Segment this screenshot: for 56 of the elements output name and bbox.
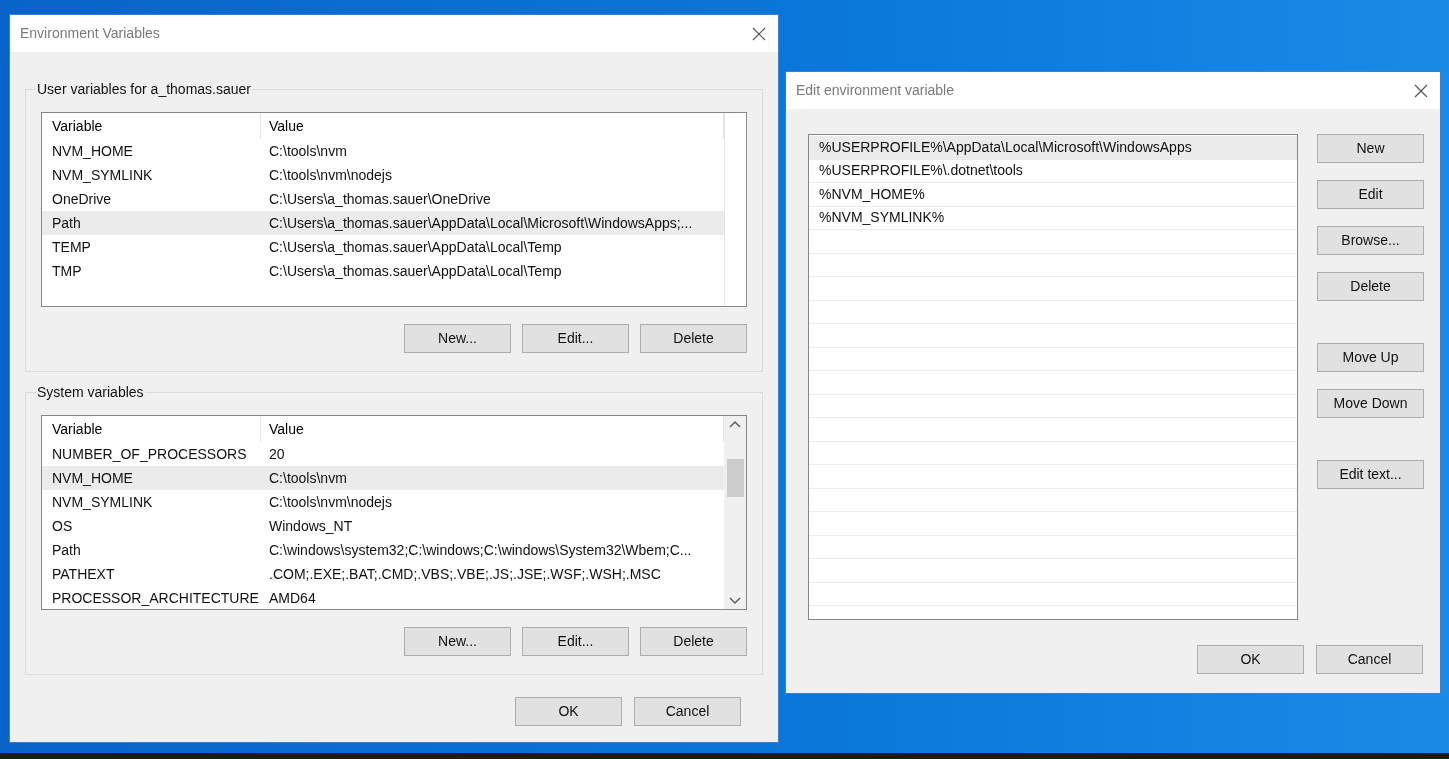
path-entry[interactable]: %USERPROFILE%\AppData\Local\Microsoft\WindowsApps <box>809 136 1297 160</box>
dialog-button[interactable]: Delete <box>640 324 747 353</box>
variable-name: OS <box>51 516 74 536</box>
dialog-button[interactable]: Edit... <box>522 324 629 353</box>
dialog-button[interactable]: Browse... <box>1317 226 1424 255</box>
variable-value: C:\tools\nvm <box>268 468 348 488</box>
scroll-down-icon[interactable] <box>729 597 741 605</box>
variable-name: Path <box>51 213 82 233</box>
scroll-thumb[interactable] <box>726 458 744 497</box>
dialog-button[interactable]: New <box>1317 134 1424 163</box>
variable-value: AMD64 <box>268 588 317 608</box>
variable-name: TEMP <box>51 237 92 257</box>
variable-value: C:\windows\system32;C:\windows;C:\windows\System32\Wbem;C... <box>268 540 693 560</box>
window-title: Edit environment variable <box>796 81 954 100</box>
variable-row[interactable]: Path C:\Users\a_thomas.sauer\AppData\Local\Microsoft\WindowsApps;... <box>42 211 724 235</box>
variable-name: NVM_HOME <box>51 468 134 488</box>
dialog-button[interactable]: Edit... <box>522 627 629 656</box>
dialog-button[interactable]: Cancel <box>1316 645 1423 674</box>
dialog-button[interactable]: Cancel <box>634 697 741 726</box>
variable-name: NVM_HOME <box>51 141 134 161</box>
variable-value: C:\Users\a_thomas.sauer\OneDrive <box>268 189 492 209</box>
window-title: Environment Variables <box>20 24 160 43</box>
variable-value: C:\tools\nvm\nodejs <box>268 165 393 185</box>
dialog-button[interactable]: Delete <box>1317 272 1424 301</box>
close-icon[interactable] <box>1414 83 1428 98</box>
dialog-button[interactable]: Move Up <box>1317 343 1424 372</box>
variable-value: C:\tools\nvm\nodejs <box>268 492 393 512</box>
variable-name: NVM_SYMLINK <box>51 165 154 185</box>
dialog-button[interactable]: OK <box>1197 645 1304 674</box>
variable-value: C:\Users\a_thomas.sauer\AppData\Local\Microsoft\WindowsApps;... <box>268 213 694 233</box>
variable-name: PROCESSOR_ARCHITECTURE <box>51 588 260 608</box>
dialog-button[interactable]: Move Down <box>1317 389 1424 418</box>
dialog-button[interactable]: OK <box>515 697 622 726</box>
dialog-button[interactable]: New... <box>404 324 511 353</box>
group-title: System variables <box>36 383 145 401</box>
dialog-button[interactable]: Edit <box>1317 180 1424 209</box>
variable-value: C:\Users\a_thomas.sauer\AppData\Local\Temp <box>268 261 563 281</box>
variable-name: OneDrive <box>51 189 113 209</box>
variable-value: .COM;.EXE;.BAT;.CMD;.VBS;.VBE;.JS;.JSE;.WSF;.WSH;.MSC <box>268 564 662 584</box>
scrollbar[interactable] <box>724 416 746 609</box>
group-title: User variables for a_thomas.sauer <box>36 80 252 98</box>
scroll-up-icon[interactable] <box>729 420 741 428</box>
variable-value: C:\Users\a_thomas.sauer\AppData\Local\Temp <box>268 237 563 257</box>
variable-name: Path <box>51 540 82 560</box>
variable-name: PATHEXT <box>51 564 116 584</box>
variable-value: Windows_NT <box>268 516 354 536</box>
close-icon[interactable] <box>752 26 766 41</box>
dialog-button[interactable]: Delete <box>640 627 747 656</box>
variable-name: NUMBER_OF_PROCESSORS <box>51 444 248 464</box>
dialog-button[interactable]: Edit text... <box>1317 460 1424 489</box>
variable-name: NVM_SYMLINK <box>51 492 154 512</box>
variable-name: TMP <box>51 261 83 281</box>
variable-value: 20 <box>268 444 286 464</box>
variable-row[interactable]: NVM_HOME C:\tools\nvm <box>42 466 724 490</box>
variable-value: C:\tools\nvm <box>268 141 348 161</box>
dialog-button[interactable]: New... <box>404 627 511 656</box>
